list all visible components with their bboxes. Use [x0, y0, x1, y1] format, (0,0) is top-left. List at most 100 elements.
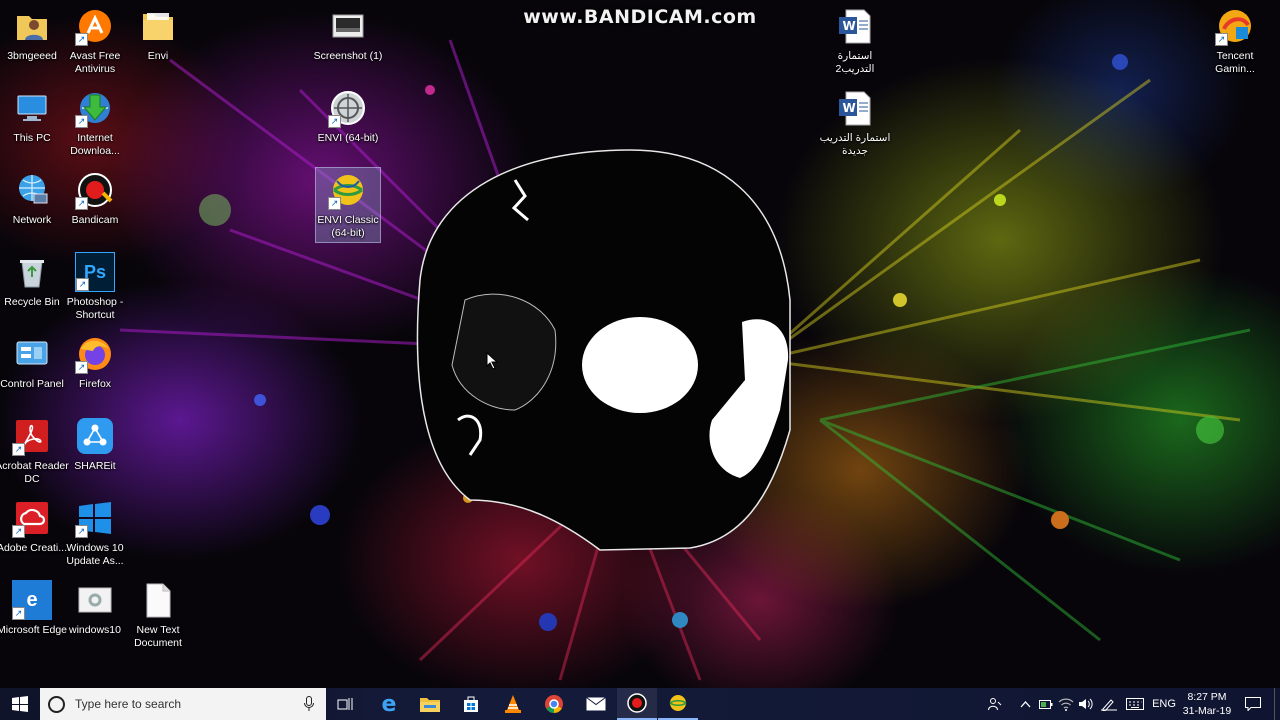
action-center-button[interactable] — [1238, 688, 1268, 720]
desktop-icon-envi-64bit[interactable]: ↗ ENVI (64-bit) — [311, 88, 385, 145]
people-button[interactable] — [984, 688, 1006, 720]
desktop-icon-label: ENVI (64-bit) — [317, 132, 379, 144]
taskbar: Type here to search e ENG 8:27 PM 31-Mar… — [0, 688, 1280, 720]
desktop-icon-envi-folder[interactable]: Envi — [121, 6, 195, 63]
word-doc-icon: W — [835, 88, 875, 128]
shortcut-arrow-icon: ↗ — [75, 525, 88, 538]
shortcut-arrow-icon: ↗ — [75, 115, 88, 128]
shortcut-arrow-icon: ↗ — [76, 278, 89, 291]
chrome-icon — [545, 695, 563, 713]
clock[interactable]: 8:27 PM 31-Mar-19 — [1180, 688, 1234, 720]
shortcut-arrow-icon: ↗ — [75, 361, 88, 374]
desktop-icon-tencent-gaming[interactable]: ↗ Tencent Gamin... — [1198, 6, 1272, 76]
show-hidden-icons-button[interactable] — [1016, 688, 1034, 720]
user-folder-icon — [12, 6, 52, 46]
avast-icon: ↗ — [75, 6, 115, 46]
envi-classic-icon: ↗ — [328, 170, 368, 210]
taskbar-edge-button[interactable]: e — [369, 688, 409, 720]
pen-icon — [1101, 699, 1117, 711]
desktop-icon-label: Bandicam — [71, 214, 119, 226]
task-view-icon — [337, 698, 353, 710]
shortcut-arrow-icon: ↗ — [12, 443, 25, 456]
shortcut-arrow-icon: ↗ — [328, 197, 341, 210]
taskbar-chrome-button[interactable] — [534, 688, 574, 720]
desktop-icon-photoshop[interactable]: Ps ↗ Photoshop - Shortcut — [58, 252, 132, 322]
desktop-icon-label: Envi — [147, 50, 169, 62]
volume-button[interactable] — [1076, 688, 1096, 720]
photoshop-icon: Ps ↗ — [75, 252, 115, 292]
settings-file-icon — [75, 580, 115, 620]
desktop-icon-screenshot[interactable]: Screenshot (1) — [311, 6, 385, 63]
creative-cloud-icon: ↗ — [12, 498, 52, 538]
show-desktop-button[interactable] — [1274, 688, 1280, 720]
clock-time: 8:27 PM — [1187, 691, 1227, 703]
word-doc-icon: W — [835, 6, 875, 46]
network-status-button[interactable] — [1056, 688, 1076, 720]
desktop-icon-label: Internet Downloa... — [70, 132, 120, 157]
search-placeholder: Type here to search — [75, 697, 182, 711]
shortcut-arrow-icon: ↗ — [75, 197, 88, 210]
desktop-icon-label: Screenshot (1) — [313, 50, 383, 62]
touch-keyboard-button[interactable] — [1124, 688, 1146, 720]
envi-classic-icon — [669, 695, 687, 711]
taskbar-vlc-button[interactable] — [493, 688, 533, 720]
input-language-button[interactable]: ENG — [1148, 688, 1180, 720]
idm-icon: ↗ — [75, 88, 115, 128]
svg-text:W: W — [843, 19, 856, 33]
task-view-button[interactable] — [326, 688, 366, 720]
taskbar-file-explorer-button[interactable] — [410, 688, 450, 720]
shortcut-arrow-icon: ↗ — [1215, 33, 1228, 46]
taskbar-mail-button[interactable] — [576, 688, 616, 720]
desktop-icon-word-training-form-2[interactable]: W استمارة التدريب2 — [818, 6, 892, 76]
folder-icon — [420, 698, 440, 712]
taskbar-store-button[interactable] — [451, 688, 491, 720]
desktop-icon-shareit[interactable]: SHAREit — [58, 416, 132, 473]
shortcut-arrow-icon: ↗ — [328, 115, 341, 128]
shortcut-arrow-icon: ↗ — [12, 525, 25, 538]
tencent-icon: ↗ — [1215, 6, 1255, 46]
desktop-icon-new-text-document[interactable]: New Text Document — [121, 580, 195, 650]
skull-artwork — [416, 149, 791, 551]
clock-date: 31-Mar-19 — [1182, 705, 1232, 717]
envi-icon: ↗ — [328, 88, 368, 128]
taskbar-bandicam-button[interactable] — [617, 688, 657, 720]
desktop-icon-label: SHAREit — [74, 460, 116, 472]
shortcut-arrow-icon: ↗ — [75, 33, 88, 46]
shortcut-arrow-icon: ↗ — [12, 607, 25, 620]
control-panel-icon — [12, 334, 52, 374]
taskbar-envi-classic-button[interactable] — [658, 688, 698, 720]
desktop-icon-bandicam[interactable]: ↗ Bandicam — [58, 170, 132, 227]
desktop-icon-label: New Text Document — [134, 624, 182, 649]
desktop-icon-label: Firefox — [78, 378, 112, 390]
pen-workspace-button[interactable] — [1098, 688, 1120, 720]
edge-letter: e — [26, 588, 38, 611]
battery-status-icon — [1039, 700, 1053, 709]
desktop-icon-word-training-form-new[interactable]: W استمارة التدريب جديدة — [818, 88, 892, 158]
this-pc-icon — [12, 88, 52, 128]
notification-icon — [1245, 697, 1261, 711]
store-icon — [464, 696, 478, 712]
desktop-icon-envi-classic-64bit[interactable]: ↗ ENVI Classic (64-bit) — [315, 167, 381, 243]
folder-icon — [138, 6, 178, 46]
desktop-icon-label: ENVI Classic (64-bit) — [317, 214, 379, 239]
record-icon — [627, 693, 647, 713]
volume-icon — [1079, 698, 1093, 710]
desktop-icon-firefox[interactable]: ↗ Firefox — [58, 334, 132, 391]
mail-icon — [586, 697, 606, 711]
mouse-cursor-icon — [486, 352, 499, 370]
tray-app-button[interactable] — [1036, 688, 1056, 720]
desktop-icon-label: استمارة التدريب جديدة — [819, 132, 891, 157]
desktop-icon-internet-download-manager[interactable]: ↗ Internet Downloa... — [58, 88, 132, 158]
desktop-icon-label: Photoshop - Shortcut — [66, 296, 124, 321]
screenshot-icon — [328, 6, 368, 46]
windows-logo-icon — [12, 696, 28, 712]
microphone-icon[interactable] — [302, 694, 316, 714]
acrobat-icon: ↗ — [12, 416, 52, 456]
start-button[interactable] — [0, 688, 40, 720]
search-box[interactable]: Type here to search — [40, 688, 326, 720]
desktop-icon-label: Windows 10 Update As... — [66, 542, 124, 567]
desktop-icon-label: استمارة التدريب2 — [835, 50, 875, 75]
desktop-icon-windows10-update-assistant[interactable]: ↗ Windows 10 Update As... — [58, 498, 132, 568]
cortana-icon — [48, 695, 65, 713]
recycle-bin-icon — [12, 252, 52, 292]
